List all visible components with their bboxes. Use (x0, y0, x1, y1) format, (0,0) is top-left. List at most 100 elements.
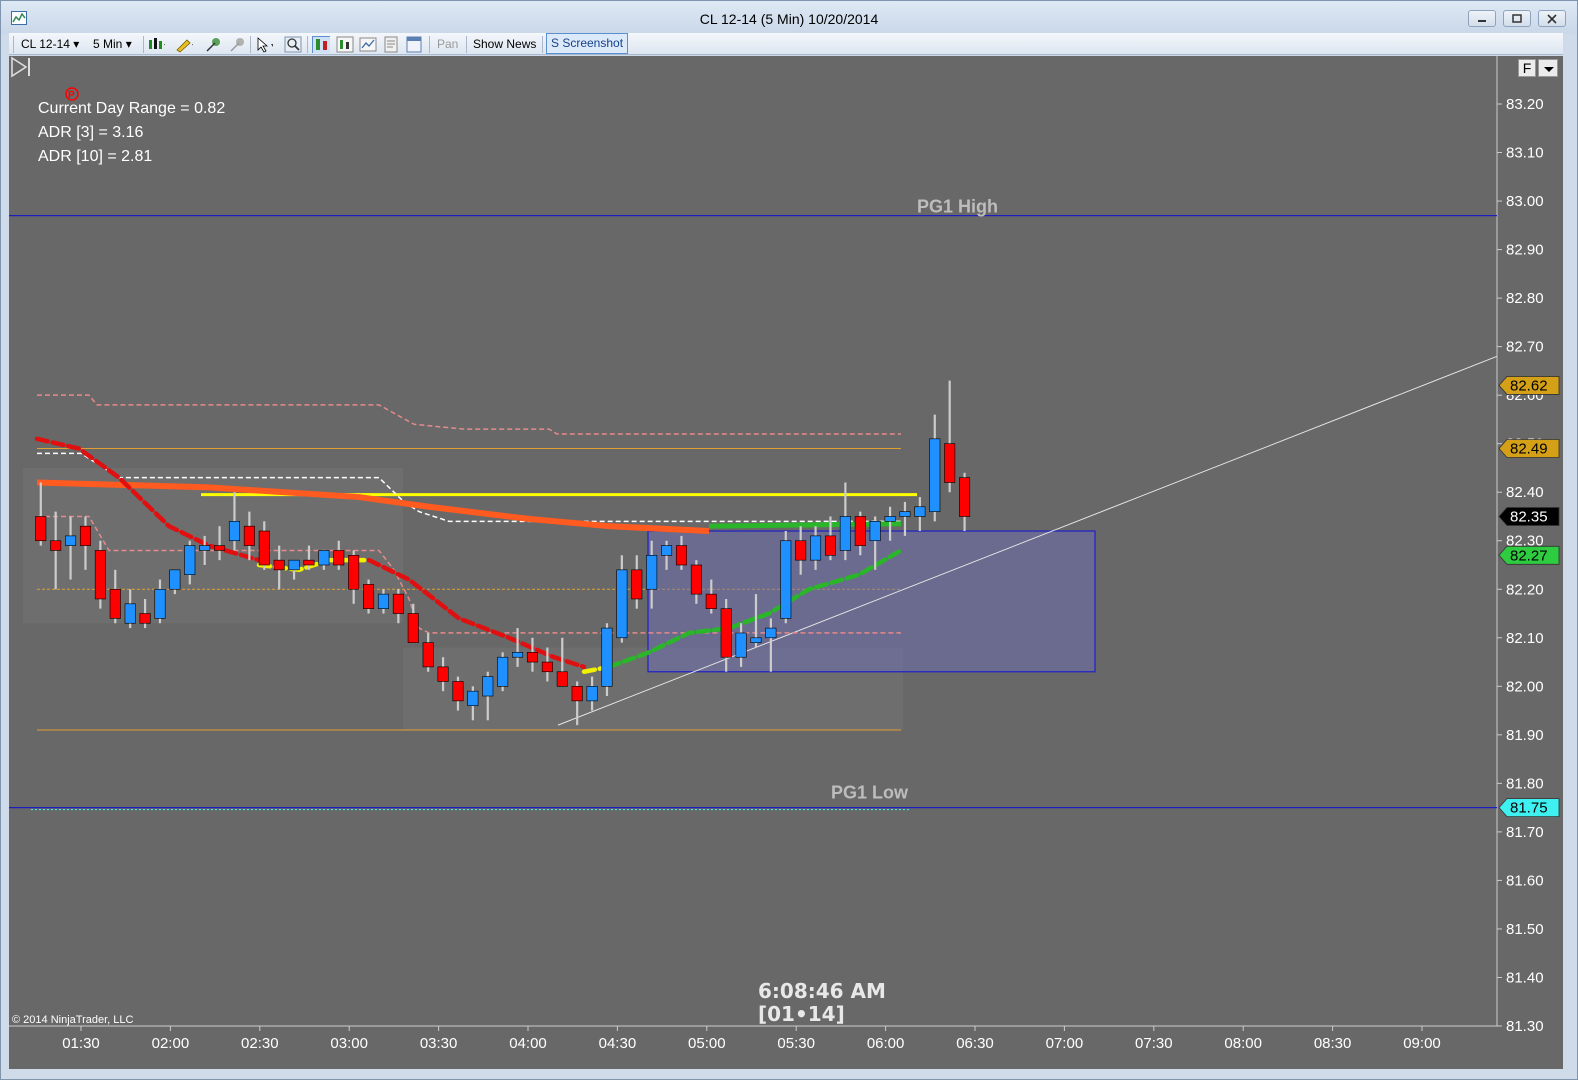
candle-up[interactable] (586, 686, 598, 702)
candle-up[interactable] (65, 535, 77, 546)
candle-up[interactable] (899, 511, 911, 517)
candle-down[interactable] (690, 564, 702, 595)
candle-up[interactable] (467, 690, 479, 707)
close-button[interactable] (1538, 10, 1566, 27)
candle-down[interactable] (109, 588, 121, 619)
candle-up[interactable] (288, 559, 300, 571)
candle-down[interactable] (363, 584, 375, 609)
candle-down[interactable] (243, 525, 255, 546)
candle-down[interactable] (437, 666, 449, 682)
clock-readout: 6:08:46 AM (758, 979, 886, 1003)
candle-up[interactable] (884, 516, 896, 522)
candle-down[interactable] (35, 516, 47, 542)
candle-down[interactable] (541, 661, 553, 673)
maximize-button[interactable] (1503, 10, 1531, 27)
template-icon[interactable] (382, 36, 400, 53)
chevron-down-icon (1544, 67, 1554, 72)
candle-down[interactable] (303, 559, 315, 566)
interval-label: 5 Min (93, 37, 123, 51)
zoom-icon[interactable] (284, 36, 302, 53)
chart-toolbar: CL 12-14 ▾ 5 Min ▾ Pan Show News S Scree… (9, 33, 1563, 55)
candle-down[interactable] (854, 516, 866, 546)
candle-up[interactable] (765, 627, 777, 639)
y-tick-label: 81.90 (1506, 727, 1544, 744)
candle-up[interactable] (228, 521, 240, 542)
minimize-button[interactable] (1468, 10, 1496, 27)
candle-up[interactable] (377, 593, 389, 609)
candle-up[interactable] (601, 627, 613, 687)
data-series-icon[interactable] (336, 36, 354, 53)
candle-up[interactable] (869, 521, 881, 542)
candle-up[interactable] (512, 652, 524, 658)
title-bar[interactable]: CL 12-14 (5 Min) 10/20/2014 (1, 1, 1577, 34)
candle-up[interactable] (124, 603, 136, 624)
candle-down[interactable] (795, 540, 807, 561)
candle-up[interactable] (735, 632, 747, 658)
candle-up[interactable] (750, 637, 762, 643)
candle-up[interactable] (154, 588, 166, 619)
candle-down[interactable] (422, 642, 434, 668)
candle-up[interactable] (780, 540, 792, 619)
x-tick-label: 07:00 (1046, 1035, 1084, 1052)
candle-down[interactable] (452, 681, 464, 702)
candle-down[interactable] (348, 554, 360, 590)
screenshot-button[interactable]: S Screenshot (546, 33, 629, 54)
candle-down[interactable] (273, 559, 285, 571)
candle-down[interactable] (50, 540, 62, 551)
candle-down[interactable] (94, 550, 106, 600)
candle-down[interactable] (571, 686, 583, 702)
show-news-button[interactable]: Show News (473, 36, 536, 53)
candle-up[interactable] (914, 506, 926, 517)
cursor-icon[interactable] (255, 36, 273, 53)
candle-down[interactable] (705, 593, 717, 609)
skip-to-end-icon[interactable] (9, 56, 33, 78)
candle-down[interactable] (944, 443, 956, 483)
candle-up[interactable] (929, 438, 941, 512)
candle-up[interactable] (839, 516, 851, 551)
candle-down[interactable] (333, 550, 345, 566)
chart-menu-dropdown[interactable] (1538, 59, 1558, 77)
candle-up[interactable] (497, 656, 509, 687)
bar-type-icon[interactable] (147, 36, 165, 53)
y-tick-label: 82.20 (1506, 581, 1544, 598)
candle-down[interactable] (79, 525, 91, 546)
candle-down[interactable] (631, 569, 643, 600)
chart-trader-icon[interactable] (312, 36, 330, 53)
candle-down[interactable] (556, 671, 568, 687)
candle-down[interactable] (675, 545, 687, 566)
candle-up[interactable] (482, 676, 494, 697)
candle-down[interactable] (392, 593, 404, 614)
f-button[interactable]: F (1518, 59, 1536, 77)
candle-up[interactable] (646, 554, 658, 590)
candle-down[interactable] (824, 535, 836, 556)
window-linking-icon[interactable] (405, 36, 423, 53)
indicator-icon[interactable] (205, 36, 223, 53)
candle-up[interactable] (318, 550, 330, 566)
pencil-icon[interactable] (175, 36, 193, 53)
strategy-icon[interactable] (229, 36, 247, 53)
candle-down[interactable] (720, 608, 732, 658)
properties-icon[interactable] (359, 36, 377, 53)
candlestick-chart[interactable]: 83.2083.1083.0082.9082.8082.7082.6082.50… (9, 56, 1563, 1069)
candle-up[interactable] (169, 569, 181, 590)
instrument-selector[interactable]: CL 12-14 ▾ (21, 36, 79, 53)
close-icon (1547, 14, 1557, 24)
toolbar-separator (250, 36, 251, 53)
candle-down[interactable] (959, 477, 971, 517)
candle-up[interactable] (616, 569, 628, 639)
candle-down[interactable] (407, 613, 419, 643)
price-chart-area[interactable]: 83.2083.1083.0082.9082.8082.7082.6082.50… (9, 56, 1563, 1069)
candle-up[interactable] (184, 545, 196, 576)
candle-up[interactable] (199, 545, 211, 551)
adr-3: ADR [3] = 3.16 (38, 124, 144, 141)
interval-selector[interactable]: 5 Min ▾ (93, 36, 132, 53)
candle-down[interactable] (258, 530, 270, 566)
x-tick-label: 06:00 (867, 1035, 905, 1052)
candle-up[interactable] (661, 545, 673, 556)
toolbar-separator (307, 36, 308, 53)
pan-button[interactable]: Pan (437, 36, 458, 53)
candle-down[interactable] (139, 613, 151, 624)
candle-down[interactable] (214, 545, 226, 551)
candle-down[interactable] (526, 652, 538, 663)
candle-up[interactable] (810, 535, 822, 561)
